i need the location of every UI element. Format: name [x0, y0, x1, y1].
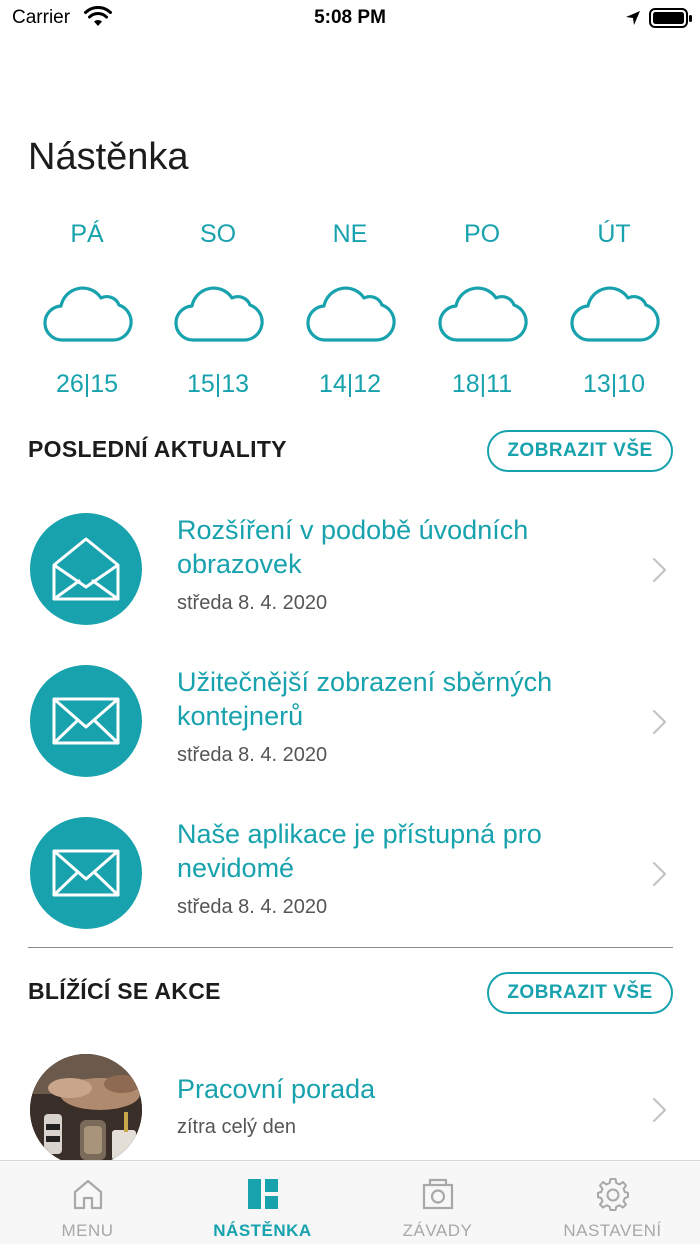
- tab-label: NÁSTĚNKA: [213, 1221, 312, 1240]
- tab-menu[interactable]: MENU: [0, 1161, 175, 1244]
- news-avatar: [30, 513, 142, 625]
- chevron-right-icon: [652, 557, 667, 583]
- tab-label: MENU: [61, 1221, 114, 1240]
- news-avatar: [30, 665, 142, 777]
- day-name: NE: [332, 220, 368, 248]
- day-name: PO: [463, 220, 501, 248]
- envelope-open-icon: [52, 537, 120, 601]
- temperature-range: 18|11: [451, 370, 513, 398]
- cloud-icon: [174, 286, 264, 342]
- cloud-icon: [43, 286, 133, 342]
- weather-day: PÁ 26|15: [27, 216, 147, 399]
- temperature-range: 13|10: [582, 370, 646, 398]
- section-divider: [28, 947, 673, 948]
- weather-day: SO 15|13: [158, 216, 278, 399]
- event-title: Pracovní porada: [177, 1074, 376, 1104]
- news-show-all-button[interactable]: ZOBRAZIT VŠE: [487, 430, 673, 472]
- temperature-range: 15|13: [186, 370, 250, 398]
- tab-nastaveni[interactable]: NASTAVENÍ: [525, 1161, 700, 1244]
- news-date: středa 8. 4. 2020: [177, 592, 328, 614]
- chevron-right-icon: [652, 861, 667, 887]
- event-item[interactable]: Pracovní porada zítra celý den: [0, 1054, 700, 1166]
- news-section-title: POSLEDNÍ AKTUALITY: [28, 436, 287, 462]
- news-title: Rozšíření v podobě úvodních obrazovek: [177, 515, 529, 579]
- cloud-icon: [306, 286, 396, 342]
- home-icon: [73, 1179, 102, 1210]
- weather-day: ÚT 13|10: [554, 216, 674, 399]
- camera-icon: [422, 1178, 453, 1210]
- status-time: 5:08 PM: [314, 7, 386, 28]
- tab-bar: MENU NÁSTĚNKA ZÁVADY NASTAVENÍ: [0, 1160, 700, 1244]
- chevron-right-icon: [652, 1097, 667, 1123]
- cloud-icon: [438, 286, 528, 342]
- page-title: Nástěnka: [28, 136, 189, 178]
- event-time: zítra celý den: [177, 1116, 296, 1138]
- envelope-icon: [52, 849, 120, 897]
- news-item[interactable]: Rozšíření v podobě úvodních obrazovek st…: [0, 513, 700, 653]
- temperature-range: 26|15: [55, 370, 119, 398]
- dashboard-icon: [247, 1179, 278, 1209]
- tab-nastenka[interactable]: NÁSTĚNKA: [175, 1161, 350, 1244]
- weather-day: NE 14|12: [290, 216, 410, 399]
- events-show-all-button[interactable]: ZOBRAZIT VŠE: [487, 972, 673, 1014]
- location-arrow-icon: [626, 11, 640, 25]
- temperature-range: 14|12: [318, 370, 382, 398]
- gear-icon: [596, 1178, 629, 1211]
- events-section-title: BLÍŽÍCÍ SE AKCE: [28, 978, 221, 1004]
- status-bar: Carrier 5:08 PM: [0, 0, 700, 40]
- news-title: Naše aplikace je přístupná pro nevidomé: [177, 819, 542, 883]
- day-name: SO: [199, 220, 237, 248]
- news-title: Užitečnější zobrazení sběrných kontejner…: [177, 667, 553, 731]
- news-item[interactable]: Užitečnější zobrazení sběrných kontejner…: [0, 665, 700, 805]
- envelope-icon: [52, 697, 120, 745]
- cloud-icon: [570, 286, 660, 342]
- battery-icon: [649, 8, 692, 28]
- news-item[interactable]: Naše aplikace je přístupná pro nevidomé …: [0, 817, 700, 957]
- tab-zavady[interactable]: ZÁVADY: [350, 1161, 525, 1244]
- news-avatar: [30, 817, 142, 929]
- news-date: středa 8. 4. 2020: [177, 744, 328, 766]
- news-date: středa 8. 4. 2020: [177, 896, 328, 918]
- tab-label: ZÁVADY: [402, 1221, 473, 1240]
- tab-label: NASTAVENÍ: [563, 1221, 662, 1240]
- weather-day: PO 18|11: [422, 216, 542, 399]
- event-photo: [30, 1054, 142, 1166]
- day-name: PÁ: [70, 220, 104, 248]
- day-name: ÚT: [597, 220, 631, 248]
- chevron-right-icon: [652, 709, 667, 735]
